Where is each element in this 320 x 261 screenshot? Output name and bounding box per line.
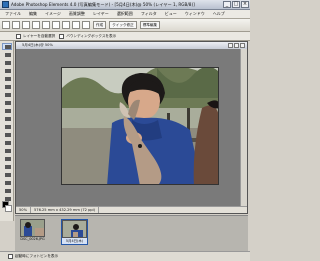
undo-button[interactable] <box>62 21 70 29</box>
show-bin-checkbox[interactable] <box>8 254 13 259</box>
doc-maximize-button[interactable] <box>234 43 239 48</box>
create-button[interactable]: 作成 <box>93 21 107 29</box>
vertical-scrollbar[interactable] <box>240 49 247 206</box>
create-label: 作成 <box>96 22 104 27</box>
canvas-area[interactable] <box>16 49 247 206</box>
save-button[interactable] <box>22 21 30 29</box>
app-icon <box>2 1 9 8</box>
zoom-level[interactable]: 50% <box>16 207 31 213</box>
toolbox <box>0 41 14 221</box>
menu-file[interactable]: ファイル <box>2 11 24 17</box>
new-file-button[interactable] <box>2 21 10 29</box>
thumbnail-caption: DSC_0026.JPG <box>20 237 45 241</box>
bin-footer: 起動時にフォトビンを表示 <box>0 251 250 261</box>
standard-edit-label: 標準編集 <box>142 22 158 27</box>
hand-tool-icon[interactable] <box>2 59 12 66</box>
photo-boy-and-deer[interactable] <box>61 67 219 185</box>
menu-image[interactable]: イメージ <box>42 11 64 17</box>
move-tool-icon[interactable] <box>2 43 12 50</box>
document-title-bar: 5月4日(木)@ 50% <box>16 42 247 49</box>
photo-image <box>62 68 218 184</box>
brush-tool-icon[interactable] <box>2 179 12 186</box>
show-bounding-label: バウンディングボックスを表示 <box>66 33 117 38</box>
redo-button[interactable] <box>72 21 80 29</box>
zoom-tool-icon[interactable] <box>2 51 12 58</box>
shortcuts-toolbar: 作成 クイック修正 標準編集 <box>0 19 250 32</box>
thumbnail-image <box>62 220 87 238</box>
open-file-button[interactable] <box>12 21 20 29</box>
straighten-tool-icon[interactable] <box>2 131 12 138</box>
document-size: 576.25 mm x 432.29 mm (72 ppi) <box>31 207 100 213</box>
red-eye-tool-icon[interactable] <box>2 139 12 146</box>
window-title: Adobe Photoshop Elements 4.0 (写真編集モード) -… <box>11 1 195 7</box>
menu-layer[interactable]: レイヤー <box>90 11 112 17</box>
thumbnail-photo <box>63 221 86 237</box>
maximize-button[interactable]: □ <box>232 1 240 8</box>
print-button[interactable] <box>32 21 40 29</box>
type-tool-icon[interactable] <box>2 107 12 114</box>
menu-bar: ファイル 編集 イメージ 画質調整 レイヤー 選択範囲 フィルタ ビュー ウィン… <box>0 10 250 19</box>
bin-thumbnail-selected[interactable]: 5月4日(木) <box>61 219 88 245</box>
menu-filter[interactable]: フィルタ <box>138 11 160 17</box>
healing-brush-tool-icon[interactable] <box>2 147 12 154</box>
magic-wand-tool-icon[interactable] <box>2 91 12 98</box>
eyedropper-tool-icon[interactable] <box>2 67 12 74</box>
show-bounding-checkbox[interactable] <box>59 33 65 39</box>
title-bar: Adobe Photoshop Elements 4.0 (写真編集モード) -… <box>0 0 250 10</box>
close-button[interactable]: × <box>241 1 249 8</box>
organizer-button[interactable] <box>82 21 90 29</box>
thumbnail-image <box>20 219 45 237</box>
menu-select[interactable]: 選択範囲 <box>114 11 136 17</box>
menu-edit[interactable]: 編集 <box>26 11 40 17</box>
doc-minimize-button[interactable] <box>228 43 233 48</box>
lasso-tool-icon[interactable] <box>2 83 12 90</box>
quick-fix-label: クイック修正 <box>112 22 134 27</box>
auto-select-checkbox[interactable] <box>16 33 21 39</box>
bin-thumbnail[interactable]: DSC_0026.JPG <box>19 219 46 245</box>
auto-select-label: レイヤーを自動選択 <box>23 33 56 38</box>
status-bar: 50% 576.25 mm x 432.29 mm (72 ppi) <box>16 206 247 213</box>
eraser-tool-icon[interactable] <box>2 163 12 170</box>
online-services-button[interactable] <box>42 21 50 29</box>
menu-view[interactable]: ビュー <box>162 11 180 17</box>
clone-stamp-tool-icon[interactable] <box>2 155 12 162</box>
standard-edit-button[interactable]: 標準編集 <box>139 21 161 29</box>
paint-bucket-tool-icon[interactable] <box>2 187 12 194</box>
document-window: 5月4日(木)@ 50% 50% 576.25 mm x 432.29 mm (… <box>15 41 248 214</box>
menu-window[interactable]: ウィンドウ <box>182 11 208 17</box>
crop-tool-icon[interactable] <box>2 115 12 122</box>
quick-fix-button[interactable]: クイック修正 <box>109 21 137 29</box>
thumbnail-caption: 5月4日(木) <box>65 239 84 243</box>
minimize-button[interactable]: _ <box>223 1 231 8</box>
cookie-cutter-tool-icon[interactable] <box>2 123 12 130</box>
background-color-swatch[interactable] <box>5 205 12 212</box>
tool-options-bar: レイヤーを自動選択 バウンディングボックスを表示 <box>0 32 250 41</box>
doc-close-button[interactable] <box>240 43 245 48</box>
pencil-tool-icon[interactable] <box>2 171 12 178</box>
show-bin-label: 起動時にフォトビンを表示 <box>15 254 59 258</box>
thumbnail-photo <box>21 220 44 236</box>
menu-enhance[interactable]: 画質調整 <box>66 11 88 17</box>
email-button[interactable] <box>52 21 60 29</box>
marquee-tool-icon[interactable] <box>2 75 12 82</box>
menu-help[interactable]: ヘルプ <box>210 11 228 17</box>
photo-bin: DSC_0026.JPG 5月4日(木) <box>15 215 248 251</box>
document-title: 5月4日(木)@ 50% <box>22 43 53 47</box>
selection-brush-tool-icon[interactable] <box>2 99 12 106</box>
